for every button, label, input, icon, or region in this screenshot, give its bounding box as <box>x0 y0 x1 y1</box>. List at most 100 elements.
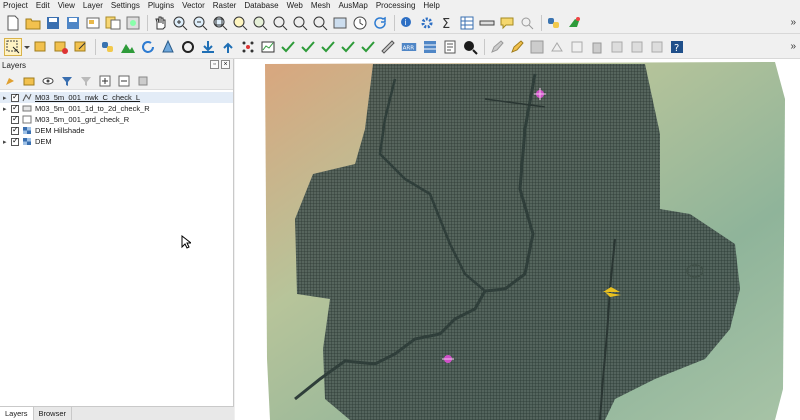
new-project-icon[interactable] <box>4 14 22 32</box>
terrain-icon[interactable] <box>119 38 137 56</box>
menu-vector[interactable]: Vector <box>182 0 205 12</box>
map-canvas[interactable] <box>235 59 800 420</box>
action-gear-icon[interactable] <box>418 14 436 32</box>
cut-features-icon[interactable] <box>608 38 626 56</box>
plugin-tool-icon[interactable] <box>565 14 583 32</box>
remove-layer-icon[interactable] <box>136 74 150 88</box>
zoom-last-icon[interactable] <box>291 14 309 32</box>
menu-help[interactable]: Help <box>423 0 439 12</box>
menu-mesh[interactable]: Mesh <box>311 0 331 12</box>
select-by-value-icon[interactable] <box>32 38 50 56</box>
python-icon[interactable] <box>99 38 117 56</box>
expand-arrow-icon[interactable]: ▸ <box>3 105 11 113</box>
open-attribute-table-icon[interactable] <box>458 14 476 32</box>
map-render[interactable] <box>235 59 800 420</box>
select-features-icon[interactable] <box>4 37 22 56</box>
expand-arrow-icon[interactable]: ▸ <box>3 138 11 146</box>
float-panel-icon[interactable]: ▫ <box>210 60 219 69</box>
toggle-editing-icon[interactable] <box>508 38 526 56</box>
menu-web[interactable]: Web <box>287 0 303 12</box>
zoom-to-selection-icon[interactable] <box>72 38 90 56</box>
collapse-all-icon[interactable] <box>117 74 131 88</box>
menu-layer[interactable]: Layer <box>83 0 103 12</box>
zoom-in-icon[interactable] <box>171 14 189 32</box>
menu-plugins[interactable]: Plugins <box>148 0 174 12</box>
toolbar-overflow-icon[interactable]: » <box>790 41 796 52</box>
pan-map-icon[interactable] <box>151 14 169 32</box>
layer-visibility-checkbox[interactable] <box>11 92 19 102</box>
expand-all-icon[interactable] <box>98 74 112 88</box>
copy-features-icon[interactable] <box>628 38 646 56</box>
menu-project[interactable]: Project <box>3 0 28 12</box>
check-icon[interactable] <box>319 38 337 56</box>
identify-features-icon[interactable]: i <box>398 14 416 32</box>
open-project-icon[interactable] <box>24 14 42 32</box>
layer-item[interactable]: ▸ M03_5m_001_nwk_C_check_L <box>0 92 233 103</box>
menu-settings[interactable]: Settings <box>111 0 140 12</box>
map-tips-icon[interactable] <box>498 14 516 32</box>
style-manager-icon[interactable] <box>124 14 142 32</box>
layout-manager-icon[interactable] <box>104 14 122 32</box>
close-icon[interactable]: × <box>221 60 230 69</box>
check-icon[interactable] <box>339 38 357 56</box>
manage-visibility-icon[interactable] <box>41 74 55 88</box>
open-layer-styling-icon[interactable] <box>3 74 17 88</box>
menu-ausmap[interactable]: AusMap <box>338 0 367 12</box>
chevron-down-icon[interactable] <box>24 38 30 56</box>
new-print-layout-icon[interactable] <box>84 14 102 32</box>
table-icon[interactable] <box>421 38 439 56</box>
zoom-next-icon[interactable] <box>311 14 329 32</box>
delete-selected-icon[interactable] <box>588 38 606 56</box>
search-data-icon[interactable] <box>461 38 479 56</box>
zoom-selection-icon[interactable] <box>231 14 249 32</box>
measure-ruler-icon[interactable] <box>478 14 496 32</box>
check-icon[interactable] <box>359 38 377 56</box>
statistics-sigma-icon[interactable]: Σ <box>438 14 456 32</box>
ruler-icon[interactable] <box>379 38 397 56</box>
arr-icon[interactable]: ARR <box>399 38 419 56</box>
layer-visibility-checkbox[interactable] <box>11 136 19 146</box>
menu-edit[interactable]: Edit <box>36 0 50 12</box>
refresh-icon[interactable] <box>371 14 389 32</box>
edit-pencil-icon[interactable] <box>488 38 506 56</box>
save-project-icon[interactable] <box>44 14 62 32</box>
search-icon[interactable] <box>518 14 536 32</box>
layer-visibility-checkbox[interactable] <box>11 103 19 113</box>
layer-visibility-checkbox[interactable] <box>11 114 19 124</box>
upload-icon[interactable] <box>219 38 237 56</box>
layer-item[interactable]: ▸ M03_5m_001_1d_to_2d_check_R <box>0 103 233 114</box>
menu-database[interactable]: Database <box>244 0 278 12</box>
check-icon[interactable] <box>299 38 317 56</box>
grid-points-icon[interactable] <box>239 38 257 56</box>
tuflow-import-icon[interactable] <box>159 38 177 56</box>
menu-processing[interactable]: Processing <box>376 0 416 12</box>
menu-view[interactable]: View <box>58 0 75 12</box>
save-as-icon[interactable] <box>64 14 82 32</box>
layer-item[interactable]: M03_5m_001_grd_check_R <box>0 114 233 125</box>
check-icon[interactable] <box>279 38 297 56</box>
paste-features-icon[interactable] <box>648 38 666 56</box>
tuflow-viewer-icon[interactable] <box>179 38 197 56</box>
zoom-layer-icon[interactable] <box>251 14 269 32</box>
temporal-controller-icon[interactable] <box>351 14 369 32</box>
layer-item[interactable]: ▸ DEM <box>0 136 233 147</box>
python-console-icon[interactable] <box>545 14 563 32</box>
deselect-icon[interactable] <box>52 38 70 56</box>
vertex-tool-icon[interactable] <box>568 38 586 56</box>
reload-plugin-icon[interactable] <box>139 38 157 56</box>
save-edits-icon[interactable] <box>528 38 546 56</box>
layer-item[interactable]: DEM Hillshade <box>0 125 233 136</box>
new-map-view-icon[interactable] <box>331 14 349 32</box>
help-icon[interactable]: ? <box>668 38 686 56</box>
tab-layers[interactable]: Layers <box>0 407 34 420</box>
filter-expression-icon[interactable] <box>79 74 93 88</box>
tab-browser[interactable]: Browser <box>34 407 73 420</box>
download-icon[interactable] <box>199 38 217 56</box>
menu-raster[interactable]: Raster <box>213 0 237 12</box>
digitize-icon[interactable] <box>548 38 566 56</box>
zoom-full-icon[interactable] <box>211 14 229 32</box>
expand-arrow-icon[interactable]: ▸ <box>3 94 11 102</box>
filter-legend-icon[interactable] <box>60 74 74 88</box>
chart-icon[interactable] <box>259 38 277 56</box>
zoom-native-icon[interactable] <box>271 14 289 32</box>
